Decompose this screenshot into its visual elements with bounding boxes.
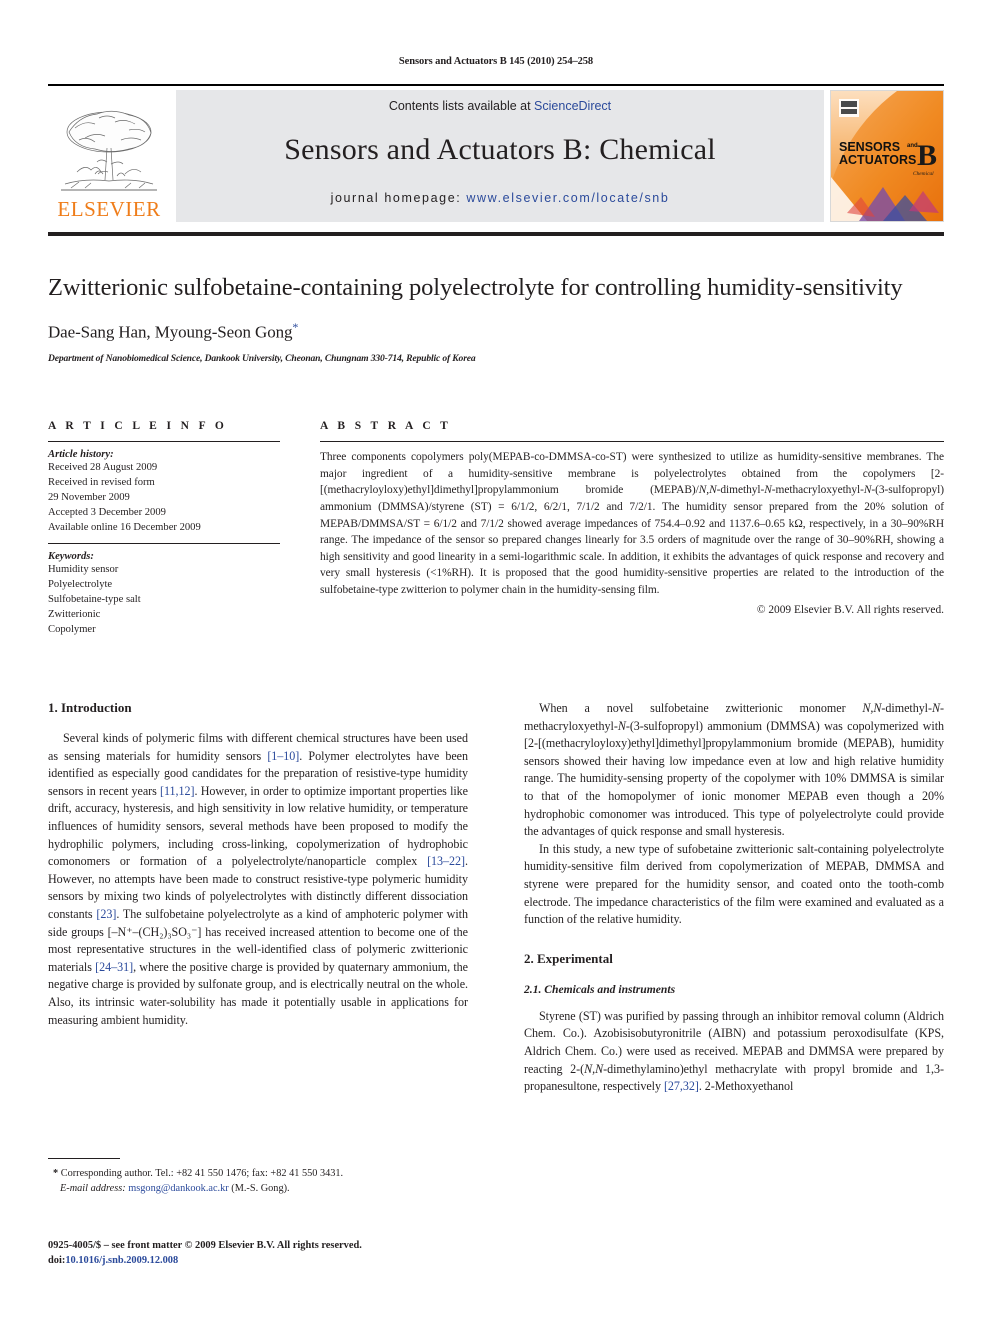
history-item: Received 28 August 2009 — [48, 462, 158, 473]
elsevier-tree-icon — [61, 110, 157, 191]
history-item: Available online 16 December 2009 — [48, 522, 201, 534]
page-title: Zwitterionic sulfobetaine-containing pol… — [48, 274, 903, 301]
abstract-part-4: -(3-sulfopropyl) ammonium (DMMSA)/styren… — [320, 484, 944, 597]
abstract-italic-1: N,N — [698, 484, 717, 497]
chem-seg-c: . 2-Methoxyethanol — [698, 1079, 794, 1094]
corresponding-author-marker: * — [292, 319, 299, 334]
elsevier-logo: ELSEVIER — [48, 90, 170, 222]
imprint-block: 0925-4005/$ – see front matter © 2009 El… — [48, 1238, 478, 1268]
running-head: Sensors and Actuators B 145 (2010) 254–2… — [398, 56, 594, 67]
right-italic-1: N,N — [862, 701, 882, 715]
left-column: 1. Introduction Several kinds of polymer… — [48, 700, 468, 1096]
history-item: Accepted 3 December 2009 — [48, 507, 166, 519]
keywords-rule — [48, 543, 280, 545]
abstract-column: A B S T R A C T Three components copolym… — [320, 420, 944, 637]
section-heading-experimental: 2. Experimental — [524, 950, 613, 966]
issn-copyright-line: 0925-4005/$ – see front matter © 2009 El… — [48, 1240, 362, 1251]
contents-prefix: Contents lists available at — [388, 99, 535, 113]
citation-ref[interactable]: [23] — [96, 907, 116, 921]
right-seg-a: When a novel sulfobetaine zwitterionic m… — [539, 701, 863, 715]
email-label: E-mail address: — [60, 1182, 126, 1194]
footnote-block: * Corresponding author. Tel.: +82 41 550… — [48, 1158, 468, 1197]
abstract-heading: A B S T R A C T — [320, 420, 452, 432]
svg-text:ACTUATORS: ACTUATORS — [839, 153, 916, 167]
elsevier-wordmark: ELSEVIER — [57, 197, 161, 221]
keywords-label: Keywords: — [48, 551, 94, 563]
keywords-block: Keywords: Humidity sensor Polyelectrolyt… — [48, 543, 280, 637]
citation-ref[interactable]: [11,12] — [160, 784, 195, 798]
sciencedirect-link[interactable]: ScienceDirect — [534, 99, 611, 113]
journal-cover-thumbnail[interactable]: SENSORS and ACTUATORS B Chemical — [830, 90, 944, 222]
doi-link[interactable]: 10.1016/j.snb.2009.12.008 — [65, 1255, 178, 1266]
right-paragraph-1: When a novel sulfobetaine zwitterionic m… — [524, 700, 944, 841]
info-abstract-row: A R T I C L E I N F O Article history: R… — [48, 420, 944, 637]
title-block: Zwitterionic sulfobetaine-containing pol… — [48, 272, 908, 364]
right-column: When a novel sulfobetaine zwitterionic m… — [524, 700, 944, 1096]
svg-text:Chemical: Chemical — [913, 171, 934, 177]
svg-text:B: B — [917, 139, 937, 172]
chemicals-paragraph-1: Styrene (ST) was purified by passing thr… — [524, 1008, 944, 1096]
subsection-heading-chemicals: 2.1. Chemicals and instruments — [524, 982, 676, 996]
keyword-item: Sulfobetaine-type salt — [48, 594, 141, 606]
homepage-url-link[interactable]: www.elsevier.com/locate/snb — [466, 191, 669, 205]
author-names: Dae-Sang Han, Myoung-Seon Gong — [48, 322, 293, 342]
abstract-rule — [320, 441, 944, 442]
journal-masthead: ELSEVIER Contents lists available at Sci… — [48, 84, 944, 222]
contents-available-line: Contents lists available at ScienceDirec… — [176, 99, 824, 113]
abstract-text: Three components copolymers poly(MEPAB-c… — [320, 449, 944, 599]
author-list: Dae-Sang Han, Myoung-Seon Gong* — [48, 320, 908, 343]
svg-text:SENSORS: SENSORS — [839, 140, 900, 154]
chem-italic-1: N,N — [584, 1061, 604, 1076]
citation-ref[interactable]: [24–31] — [95, 960, 133, 974]
right-italic-2: N — [931, 701, 941, 715]
citation-ref[interactable]: [1–10] — [267, 749, 299, 763]
journal-homepage-line: journal homepage: www.elsevier.com/locat… — [176, 191, 824, 205]
keyword-item: Copolymer — [48, 624, 96, 636]
article-info-heading: A R T I C L E I N F O — [48, 420, 228, 432]
article-history-label: Article history: — [48, 449, 114, 460]
intro-paragraph-1: Several kinds of polymeric films with di… — [48, 730, 468, 1029]
masthead-bottom-rule — [48, 232, 944, 236]
column-gap — [280, 420, 320, 637]
article-info-column: A R T I C L E I N F O Article history: R… — [48, 420, 280, 637]
history-item: 29 November 2009 — [48, 492, 130, 504]
journal-title: Sensors and Actuators B: Chemical — [284, 133, 716, 166]
affiliation: Department of Nanobiomedical Science, Da… — [48, 352, 476, 364]
paper-page: Sensors and Actuators B 145 (2010) 254–2… — [0, 0, 992, 1323]
doi-line: doi:10.1016/j.snb.2009.12.008 — [48, 1253, 478, 1268]
right-seg-d: -(3-sulfopropyl) ammonium (DMMSA) was co… — [524, 718, 944, 839]
email-suffix: (M.-S. Gong). — [228, 1182, 290, 1194]
footnote-rule — [48, 1158, 120, 1159]
keyword-item: Zwitterionic — [48, 609, 101, 621]
citation-ref[interactable]: [27,32] — [664, 1079, 699, 1093]
right-paragraph-2: In this study, a new type of sufobetaine… — [524, 841, 944, 927]
abstract-copyright: © 2009 Elsevier B.V. All rights reserved… — [756, 603, 944, 616]
abstract-italic-2: N — [764, 484, 772, 497]
homepage-prefix: journal homepage: — [330, 191, 467, 205]
keyword-item: Polyelectrolyte — [48, 579, 113, 591]
body-column-gap — [468, 700, 524, 1096]
doi-label: doi: — [48, 1255, 66, 1267]
history-item: Received in revised form — [48, 477, 155, 489]
abstract-part-3: -methacryloxyethyl- — [771, 484, 864, 497]
journal-cover-art: SENSORS and ACTUATORS B Chemical — [831, 91, 943, 221]
right-seg-b: -dimethyl- — [881, 701, 932, 715]
abstract-part-2: -dimethyl- — [716, 484, 765, 497]
right-italic-3: N — [617, 718, 626, 733]
keyword-item: Humidity sensor — [48, 564, 119, 576]
journal-band: Contents lists available at ScienceDirec… — [176, 90, 824, 222]
section-heading-introduction: 1. Introduction — [48, 700, 132, 715]
body-columns: 1. Introduction Several kinds of polymer… — [48, 700, 944, 1096]
citation-ref[interactable]: [13–22] — [427, 854, 465, 868]
corresponding-author-text: Corresponding author. Tel.: +82 41 550 1… — [58, 1168, 344, 1179]
email-note: E-mail address: msgong@dankook.ac.kr (M.… — [48, 1182, 468, 1197]
article-info-rule — [48, 441, 280, 442]
email-link[interactable]: msgong@dankook.ac.kr — [128, 1183, 228, 1194]
corresponding-author-note: * Corresponding author. Tel.: +82 41 550… — [48, 1167, 468, 1182]
